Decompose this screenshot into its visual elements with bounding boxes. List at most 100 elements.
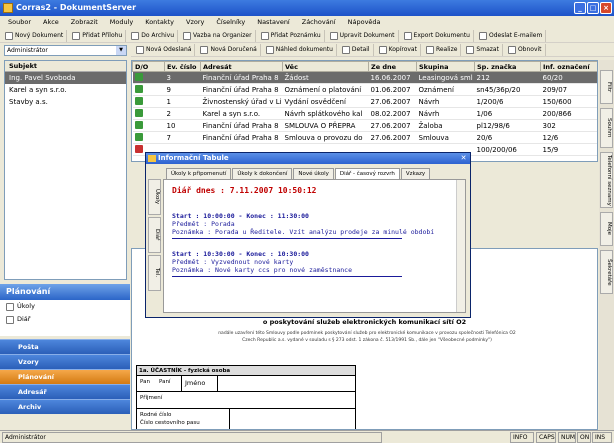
menu-soubor[interactable]: Soubor [8,18,31,26]
document-status-icon [134,96,143,105]
column-header[interactable]: D/O [132,61,165,72]
outbox-icon [136,45,144,54]
add-attachment-button[interactable]: Přidat Přílohu [69,29,127,42]
export-icon [403,31,412,40]
event-time: Start : 10:30:00 - Konec : 10:30:00 [172,250,309,258]
tab-telefonni-seznamy[interactable]: Telefonní seznamy [600,152,613,208]
tab-to-finish[interactable]: Úkoly k dokončení [232,168,293,179]
menu-kontakty[interactable]: Kontakty [145,18,174,26]
new-document-button[interactable]: Nový Dokument [2,29,68,42]
planning-header: Plánování [0,284,130,300]
realize-button[interactable]: Realize [423,43,462,56]
menu-vzory[interactable]: Vzory [186,18,204,26]
to-archive-button[interactable]: Do Archivu [128,29,178,42]
chevron-down-icon[interactable]: ▼ [116,46,126,55]
minimize-button[interactable]: _ [574,2,586,14]
side-tab-phone[interactable]: Tel. [148,255,161,291]
table-row[interactable]: 3 Finanční úřad Praha 8 Žádost 16.06.2007 Le… [132,71,597,84]
event-time: Start : 10:00:00 - Konec : 11:30:00 [172,212,309,220]
status-num: NUM [558,432,576,443]
preview-button[interactable]: Náhled dokumentu [263,43,337,56]
column-header[interactable]: Adresát [200,61,283,72]
column-header[interactable]: Ev. číslo [164,61,201,72]
task-icon [6,302,14,311]
subject-item[interactable]: Ing. Pavel Svoboda [5,72,126,84]
subject-item[interactable]: Stavby a.s. [5,96,126,108]
maximize-button[interactable]: □ [587,2,599,14]
nav-adresar[interactable]: Adresář [0,384,130,399]
table-row[interactable]: 2 Karel a syn s.r.o. Návrh splátkového kal… [132,107,597,120]
refresh-button[interactable]: Obnovit [505,43,546,56]
tab-souhrn[interactable]: Souhrn [600,108,613,148]
copy-button[interactable]: Kopírovat [376,43,421,56]
export-document-button[interactable]: Export Dokumentu [401,29,474,42]
tab-moje[interactable]: Moje [600,212,613,246]
document-status-icon [134,144,143,153]
nav-planovani[interactable]: Plánování [0,369,130,384]
main-toolbar: Nový Dokument Přidat Přílohu Do Archivu … [0,29,614,43]
menu-ciselniky[interactable]: Číselníky [216,18,245,26]
form-label: Pan [140,379,150,385]
side-tab-tasks[interactable]: Úkoly [148,179,161,215]
dialog-side-tabs: Úkoly Diář Tel. [148,179,162,293]
calendar-icon [183,31,191,40]
column-header[interactable]: Sp. značka [474,61,541,72]
document-status-icon [134,84,143,93]
event-note: Porada u Ředitele. Vzít analýzu prodeje … [215,228,435,236]
table-row[interactable]: 7 Finanční úřad Praha 8 Smlouva o provozu … [132,131,597,144]
column-header[interactable]: Věc [282,61,369,72]
grid-header: D/O Ev. číslo Adresát Věc Ze dne Skupina… [132,61,597,72]
dialog-scrollbar[interactable] [456,180,465,312]
tab-filtr[interactable]: Filtr [600,70,613,104]
info-board-dialog: Informační Tabule ✕ Úkoly k připomenutí … [145,152,471,318]
table-row[interactable]: 10 Finanční úřad Praha 8 SMLOUVA O PŘEPRA 2… [132,119,597,132]
nav-vzory[interactable]: Vzory [0,354,130,369]
add-note-button[interactable]: Přidat Poznámku [258,29,325,42]
organizer-link-button[interactable]: Vazba na Organizer [180,29,256,42]
menu-bar: Soubor Akce Zobrazit Moduly Kontakty Vzo… [0,16,614,28]
tab-reminders[interactable]: Úkoly k připomenutí [166,168,232,179]
planning-item-diary[interactable]: Diář [0,313,130,326]
detail-button[interactable]: Detail [339,43,374,56]
board-icon [148,155,156,162]
refresh-icon [507,45,516,54]
menu-napoveda[interactable]: Nápověda [348,18,381,26]
dialog-title: Informační Tabule [158,154,229,162]
tab-sekretare[interactable]: Šekretáře [600,250,613,294]
subject-list: Subjekt Ing. Pavel Svoboda Karel a syn s… [4,60,127,280]
column-header[interactable]: Ze dne [368,61,417,72]
menu-akce[interactable]: Akce [43,18,59,26]
status-bar: Administrátor INFO CAPS NUM ON INS [0,430,614,443]
menu-nastaveni[interactable]: Nastavení [257,18,290,26]
detail-icon [341,45,350,54]
new-sent-button[interactable]: Nová Odeslaná [133,43,196,56]
nav-posta[interactable]: Pošta [0,339,130,354]
send-email-button[interactable]: Odeslat E-mailem [476,29,547,42]
column-header[interactable]: Inf. označení [540,61,597,72]
tab-diary-schedule[interactable]: Diář - časový rozvrh [334,168,400,179]
menu-zobrazit[interactable]: Zobrazit [71,18,98,26]
menu-moduly[interactable]: Moduly [110,18,133,26]
nav-archiv[interactable]: Archiv [0,399,130,414]
table-row[interactable]: 9 Finanční úřad Praha 8 Oznámení o platová… [132,83,597,96]
planning-item-tasks[interactable]: Úkoly [0,300,130,313]
document-status-icon [134,108,143,117]
table-row[interactable]: 1 Živnostenský úřad v Li Vydání osvědčení 2… [132,95,597,108]
close-icon[interactable]: ✕ [459,154,468,163]
menu-zachovani[interactable]: Záchování [302,18,336,26]
paperclip-icon [72,31,81,40]
edit-document-button[interactable]: Upravit Dokument [327,29,399,42]
delete-button[interactable]: Smazat [463,43,503,56]
column-header[interactable]: Skupina [416,61,475,72]
edit-icon [329,31,338,40]
tab-new-tasks[interactable]: Nové úkoly [293,168,334,179]
subject-item[interactable]: Karel a syn s.r.o. [5,84,126,96]
user-select[interactable]: Administrátor ▼ [4,45,127,56]
new-received-button[interactable]: Nová Doručená [197,43,261,56]
document-text: nadále uzavření této Smlouvy podle podmí… [218,331,516,336]
secondary-toolbar: Nová Odeslaná Nová Doručená Náhled dokum… [131,43,614,57]
tab-messages[interactable]: Vzkazy [400,168,431,179]
side-tab-diary[interactable]: Diář [148,217,161,253]
diary-title: Diář dnes : 7.11.2007 10:50:12 [172,186,317,195]
close-button[interactable]: × [600,2,612,14]
